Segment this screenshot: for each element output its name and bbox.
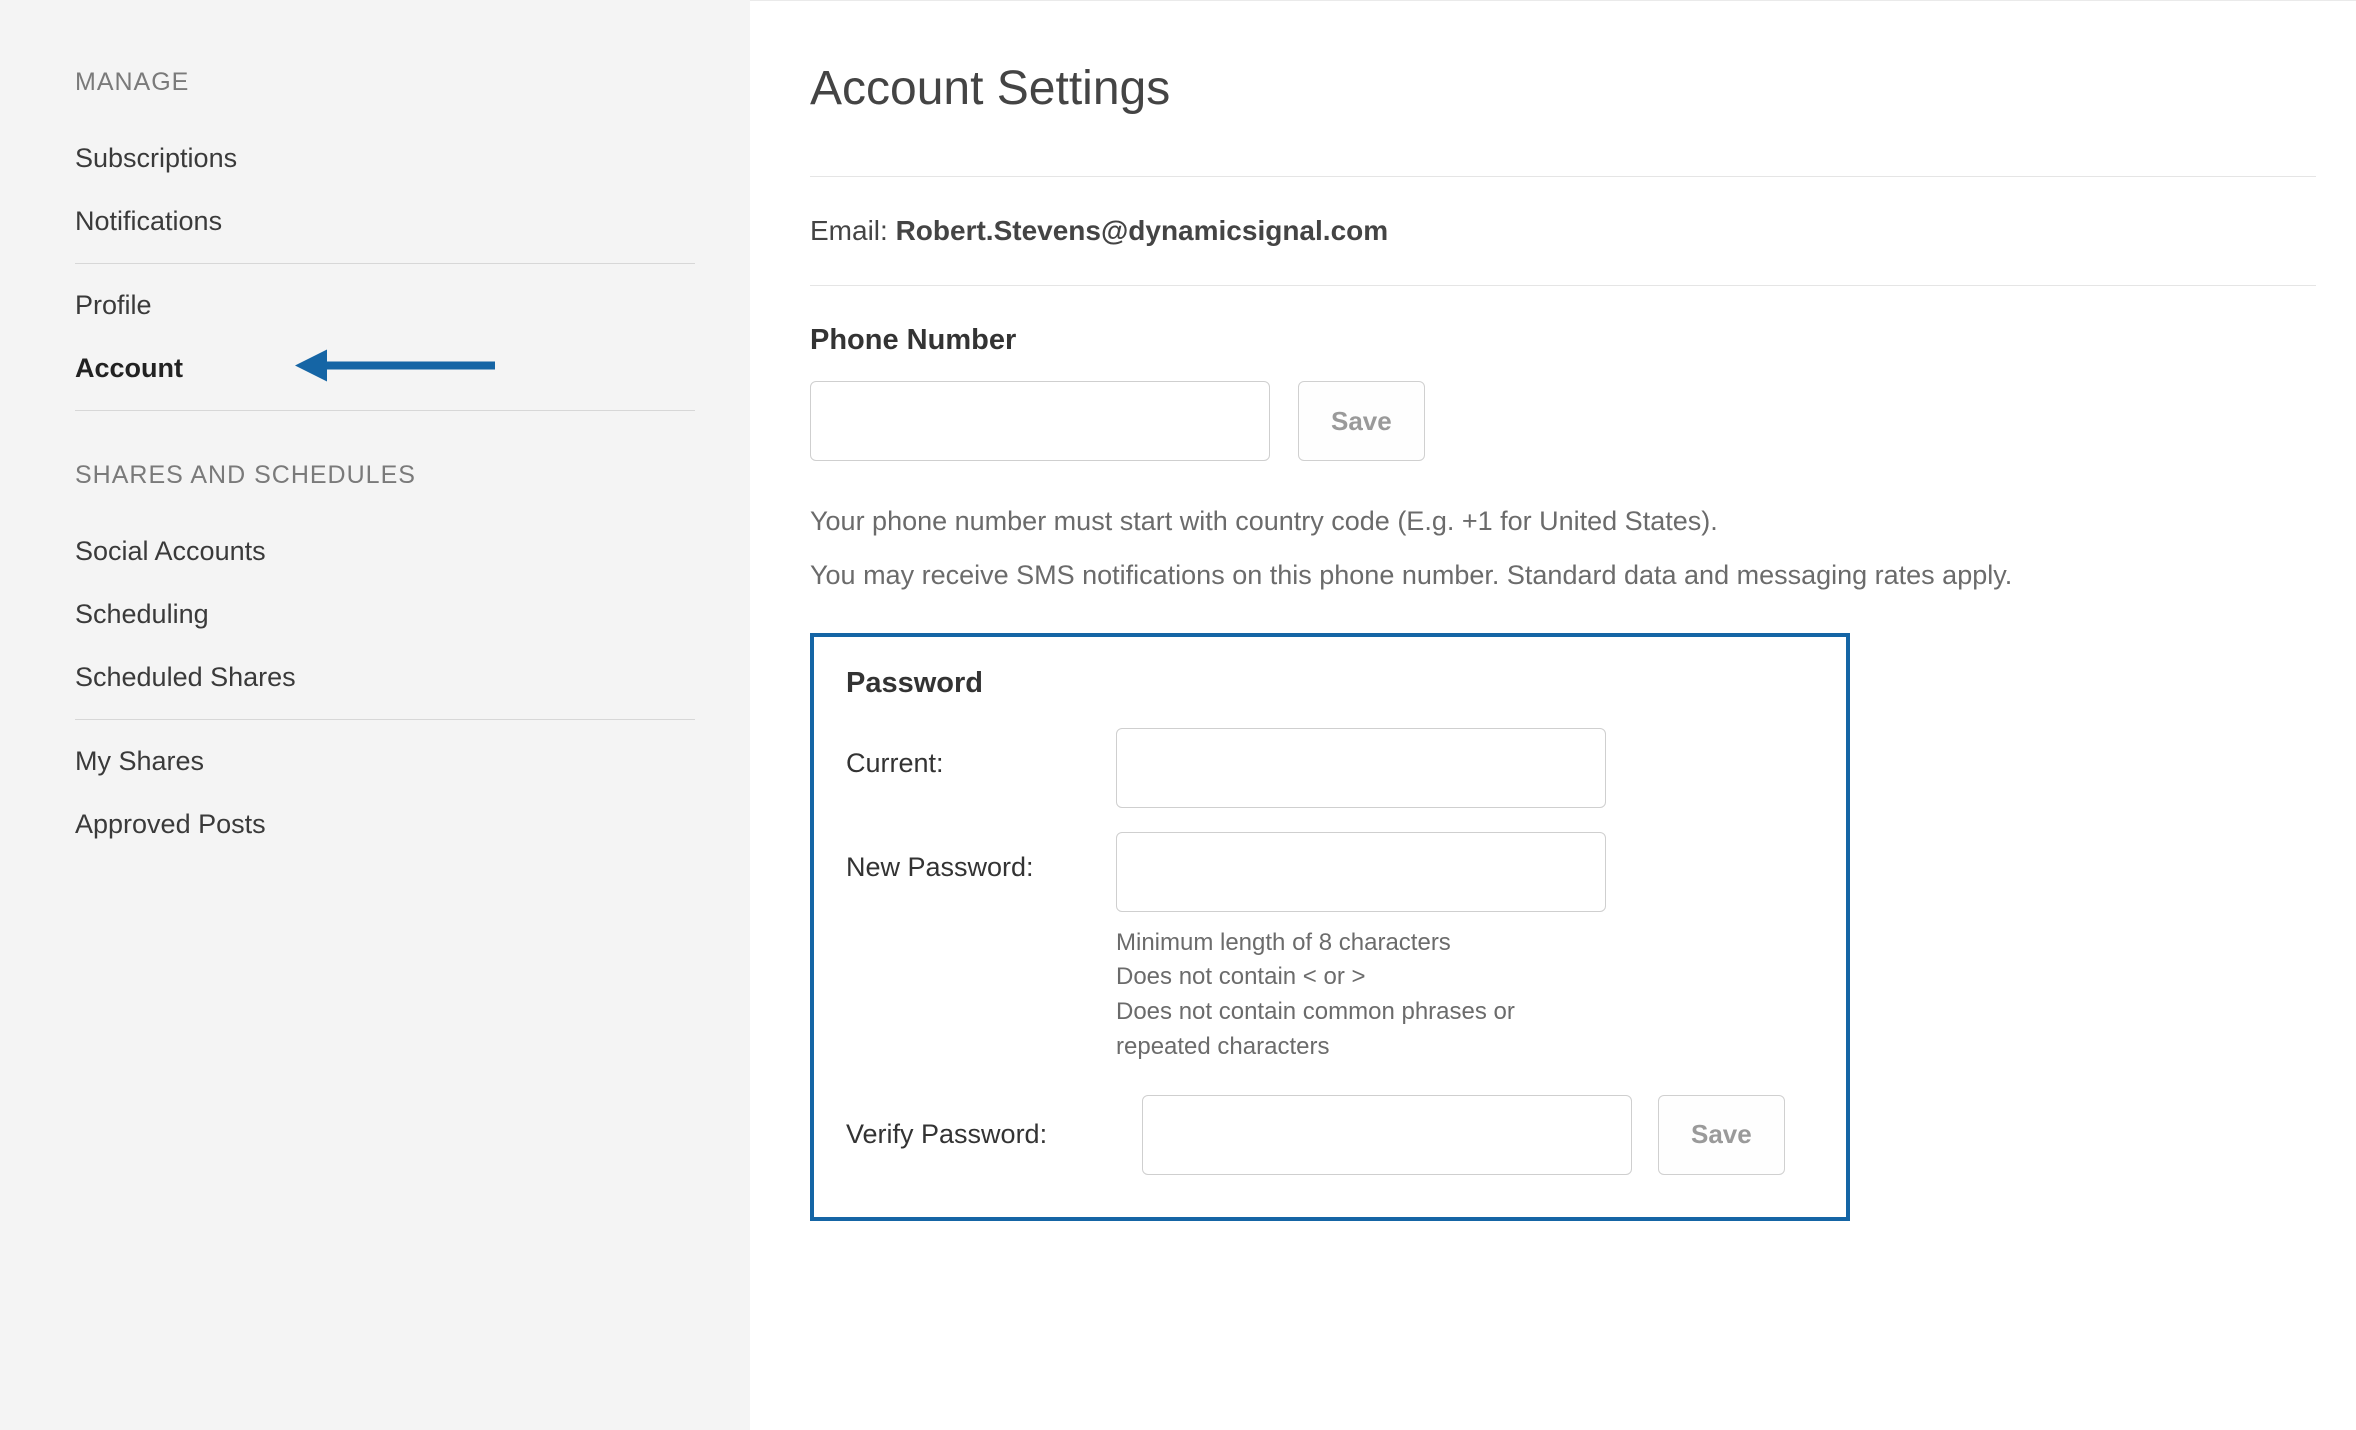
- phone-hint-1: Your phone number must start with countr…: [810, 501, 2316, 543]
- sidebar-item-profile[interactable]: Profile: [75, 274, 690, 337]
- sidebar-item-social-accounts[interactable]: Social Accounts: [75, 520, 690, 583]
- password-rules: Minimum length of 8 characters Does not …: [1116, 926, 1616, 1065]
- sidebar-item-label: My Shares: [75, 746, 204, 776]
- sidebar-item-label: Profile: [75, 290, 152, 320]
- email-row: Email: Robert.Stevens@dynamicsignal.com: [810, 215, 2316, 247]
- password-rule: Minimum length of 8 characters: [1116, 926, 1616, 961]
- password-rule: Does not contain common phrases or repea…: [1116, 995, 1616, 1065]
- new-password-label: New Password:: [846, 832, 1116, 883]
- sidebar-item-approved-posts[interactable]: Approved Posts: [75, 793, 690, 856]
- current-password-input[interactable]: [1116, 728, 1606, 808]
- sidebar-divider: [75, 263, 695, 264]
- annotation-arrow-icon: [295, 345, 495, 392]
- verify-password-label: Verify Password:: [846, 1119, 1116, 1150]
- sidebar-item-label: Subscriptions: [75, 143, 237, 173]
- sidebar-item-my-shares[interactable]: My Shares: [75, 730, 690, 793]
- email-value: Robert.Stevens@dynamicsignal.com: [896, 215, 1389, 246]
- sidebar-item-account[interactable]: Account: [75, 337, 690, 400]
- section-divider: [810, 176, 2316, 177]
- password-header: Password: [846, 667, 1814, 700]
- main-content: Account Settings Email: Robert.Stevens@d…: [750, 0, 2356, 1430]
- phone-hint-2: You may receive SMS notifications on thi…: [810, 555, 2316, 597]
- sidebar-item-notifications[interactable]: Notifications: [75, 190, 690, 253]
- sidebar: MANAGE Subscriptions Notifications Profi…: [0, 0, 750, 1430]
- email-label: Email:: [810, 215, 896, 246]
- password-save-button[interactable]: Save: [1658, 1095, 1785, 1175]
- password-section: Password Current: New Password: Minimum …: [810, 633, 1850, 1221]
- sidebar-item-scheduled-shares[interactable]: Scheduled Shares: [75, 646, 690, 709]
- phone-save-button[interactable]: Save: [1298, 381, 1425, 461]
- new-password-input[interactable]: [1116, 832, 1606, 912]
- sidebar-header-shares: SHARES AND SCHEDULES: [75, 461, 690, 490]
- verify-password-input[interactable]: [1142, 1095, 1632, 1175]
- sidebar-item-label: Social Accounts: [75, 536, 266, 566]
- phone-number-label: Phone Number: [810, 324, 2316, 357]
- sidebar-divider: [75, 719, 695, 720]
- sidebar-item-label: Notifications: [75, 206, 222, 236]
- sidebar-header-manage: MANAGE: [75, 68, 690, 97]
- sidebar-divider: [75, 410, 695, 411]
- sidebar-item-scheduling[interactable]: Scheduling: [75, 583, 690, 646]
- sidebar-item-label: Scheduling: [75, 599, 209, 629]
- sidebar-item-label: Approved Posts: [75, 809, 266, 839]
- sidebar-item-label: Account: [75, 353, 183, 383]
- sidebar-item-subscriptions[interactable]: Subscriptions: [75, 127, 690, 190]
- phone-section: Phone Number Save Your phone number must…: [810, 324, 2316, 597]
- phone-number-input[interactable]: [810, 381, 1270, 461]
- password-rule: Does not contain < or >: [1116, 960, 1616, 995]
- section-divider: [810, 285, 2316, 286]
- sidebar-item-label: Scheduled Shares: [75, 662, 296, 692]
- page-title: Account Settings: [810, 61, 2316, 116]
- current-password-label: Current:: [846, 728, 1116, 779]
